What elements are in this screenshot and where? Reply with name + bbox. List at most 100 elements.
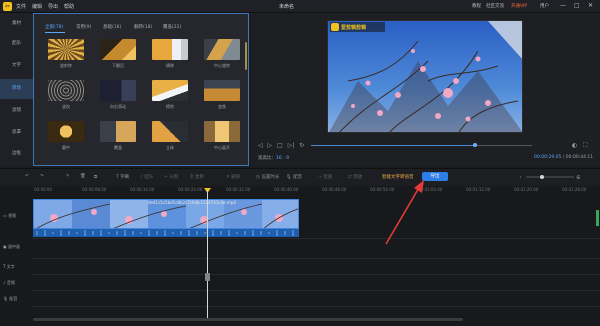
ruler-tick: 00:00:48.00	[322, 187, 347, 192]
menu-help[interactable]: 帮助	[64, 3, 74, 10]
transition-thumbnail[interactable]	[204, 121, 240, 142]
rail-item-text[interactable]: 文字	[0, 56, 33, 76]
rail-item-border[interactable]: 边框	[0, 144, 33, 164]
stop-icon[interactable]: □	[277, 142, 283, 149]
track-video[interactable]: ▭ 视频	[3, 213, 35, 219]
playhead-grip[interactable]	[205, 273, 210, 281]
watermark-logo-icon	[331, 23, 339, 31]
app-logo-icon: ✂	[3, 2, 12, 11]
audio-clip[interactable]	[33, 229, 299, 237]
tool-subtitle[interactable]: T 字幕	[116, 174, 129, 180]
minimize-button[interactable]: —	[560, 2, 566, 9]
title-bar	[0, 0, 600, 13]
menu-file[interactable]: 文件	[16, 3, 26, 10]
aspect-ratio[interactable]: 宽高比：16 : 9	[258, 155, 289, 161]
tool-copy[interactable]: ⎘ 复制	[190, 174, 204, 180]
transition-thumbnail[interactable]	[152, 39, 188, 60]
track-voiceover[interactable]: 🎙 配音	[3, 296, 35, 302]
transition-thumbnail[interactable]	[100, 80, 136, 101]
transition-label: 放射转	[60, 63, 72, 68]
tutorial-link[interactable]: 教程	[472, 3, 481, 9]
preview-canvas[interactable]	[327, 20, 523, 133]
transition-label: 下翻页	[112, 63, 124, 68]
transition-label: 向右滑动	[110, 104, 126, 109]
window-title: 未命名	[279, 4, 295, 10]
zoom-slider-knob[interactable]	[540, 175, 544, 179]
category-cover[interactable]: 覆盖(22)	[163, 24, 181, 30]
fullscreen-icon[interactable]: ⛶	[583, 142, 587, 149]
ruler-tick: 00:00:00	[34, 187, 52, 192]
ruler-tick: 00:00:08.00	[82, 187, 107, 192]
ruler-tick: 00:00:32.00	[226, 187, 251, 192]
tool-music[interactable]: ♪ 配乐	[140, 174, 153, 180]
playback-progress-track[interactable]	[475, 145, 532, 146]
crop-icon[interactable]: ⧉	[94, 174, 97, 180]
track-pip[interactable]: ▣ 画中画	[3, 244, 35, 250]
aspect-ratio-label: 宽高比：	[258, 156, 276, 161]
transition-label: 横移	[166, 63, 174, 68]
tool-split[interactable]: ✂ 分割	[164, 174, 178, 180]
rail-item-music[interactable]: 配乐	[0, 34, 33, 54]
transition-label: 立体	[166, 145, 174, 150]
transition-label: 覆盖	[114, 145, 122, 150]
total-time: / 00:00:44.11	[562, 155, 594, 160]
audio-waveform	[36, 230, 294, 236]
loop-icon[interactable]: ↻	[299, 142, 304, 149]
menu-edit[interactable]: 编辑	[32, 3, 42, 10]
transition-thumbnail[interactable]	[48, 39, 84, 60]
tool-rail: 素材 配乐 文字 转场 滤镜 遮罩 边框	[0, 13, 33, 166]
tool-duration[interactable]: ◷ 设置时长	[256, 174, 279, 180]
zoom-out-icon[interactable]: ⊖	[516, 174, 521, 181]
rail-item-mask[interactable]: 遮罩	[0, 123, 33, 143]
playback-progress-knob[interactable]	[473, 143, 477, 147]
transition-label: 擦除	[166, 104, 174, 109]
playhead[interactable]	[207, 190, 208, 318]
transition-thumbnail[interactable]	[100, 39, 136, 60]
tool-delete[interactable]: ✕ 删除	[226, 174, 240, 180]
rail-item-filter[interactable]: 滤镜	[0, 101, 33, 121]
transition-label: 波纹	[62, 104, 70, 109]
menu-export[interactable]: 导出	[48, 3, 58, 10]
transition-thumbnail[interactable]	[204, 80, 240, 101]
transition-thumbnail[interactable]	[48, 121, 84, 142]
zoom-in-icon[interactable]: ⊕	[576, 174, 581, 181]
rail-item-transition[interactable]: 转场	[0, 79, 33, 99]
rail-item-media[interactable]: 素材	[0, 14, 33, 34]
community-link[interactable]: 社区交流	[486, 3, 504, 9]
ruler-tick: 00:00:40.00	[274, 187, 299, 192]
tool-voice[interactable]: 🎙 配音	[286, 174, 302, 180]
ruler-tick: 00:01:20.00	[514, 187, 539, 192]
vip-button[interactable]: 开通VIP	[511, 3, 527, 9]
volume-icon[interactable]: ◐	[572, 142, 577, 149]
track-text[interactable]: T 文字	[3, 264, 35, 270]
transition-thumbnail[interactable]	[100, 121, 136, 142]
undo-icon[interactable]: ↶	[25, 174, 29, 179]
aspect-ratio-value[interactable]: 16 : 9	[276, 156, 289, 161]
transition-label: 圆中	[62, 145, 70, 150]
category-common[interactable]: 常用(9)	[76, 24, 91, 30]
watermark-text: 爱剪辑剪辑	[341, 25, 367, 31]
next-frame-icon[interactable]: ▷|	[288, 142, 295, 149]
close-button[interactable]: ✕	[588, 2, 593, 9]
tool-speed[interactable]: ⇢ 变速	[318, 174, 332, 180]
trash-icon[interactable]: 🗑	[80, 174, 86, 179]
transition-thumbnail[interactable]	[152, 80, 188, 101]
prev-frame-icon[interactable]: ◁	[258, 142, 263, 149]
timeline-toolbar: ↶ ↷ ✎ 🗑 ⧉ T 字幕 ♪ 配乐 ✂ 分割 ⎘ 复制 ✕ 删除 ◷ 设置时…	[0, 168, 600, 186]
category-basic[interactable]: 基础(16)	[103, 24, 121, 30]
maximize-button[interactable]: □	[574, 2, 580, 9]
track-audio[interactable]: ♪ 音频	[3, 280, 35, 286]
play-icon[interactable]: ▷	[268, 142, 273, 149]
category-underline	[45, 32, 65, 33]
redo-icon[interactable]: ↷	[40, 174, 44, 179]
pen-icon[interactable]: ✎	[66, 174, 70, 179]
transition-thumbnail[interactable]	[48, 80, 84, 101]
user-link[interactable]: 用户	[540, 3, 549, 9]
transition-thumbnail[interactable]	[152, 121, 188, 142]
transition-thumbnail[interactable]	[204, 39, 240, 60]
library-scrollbar[interactable]	[245, 42, 247, 70]
timeline-scrollbar[interactable]	[33, 318, 463, 321]
category-flip[interactable]: 翻转(18)	[134, 24, 152, 30]
tool-reverse[interactable]: ⇄ 倒放	[348, 174, 362, 180]
category-all[interactable]: 全部(78)	[45, 24, 63, 30]
